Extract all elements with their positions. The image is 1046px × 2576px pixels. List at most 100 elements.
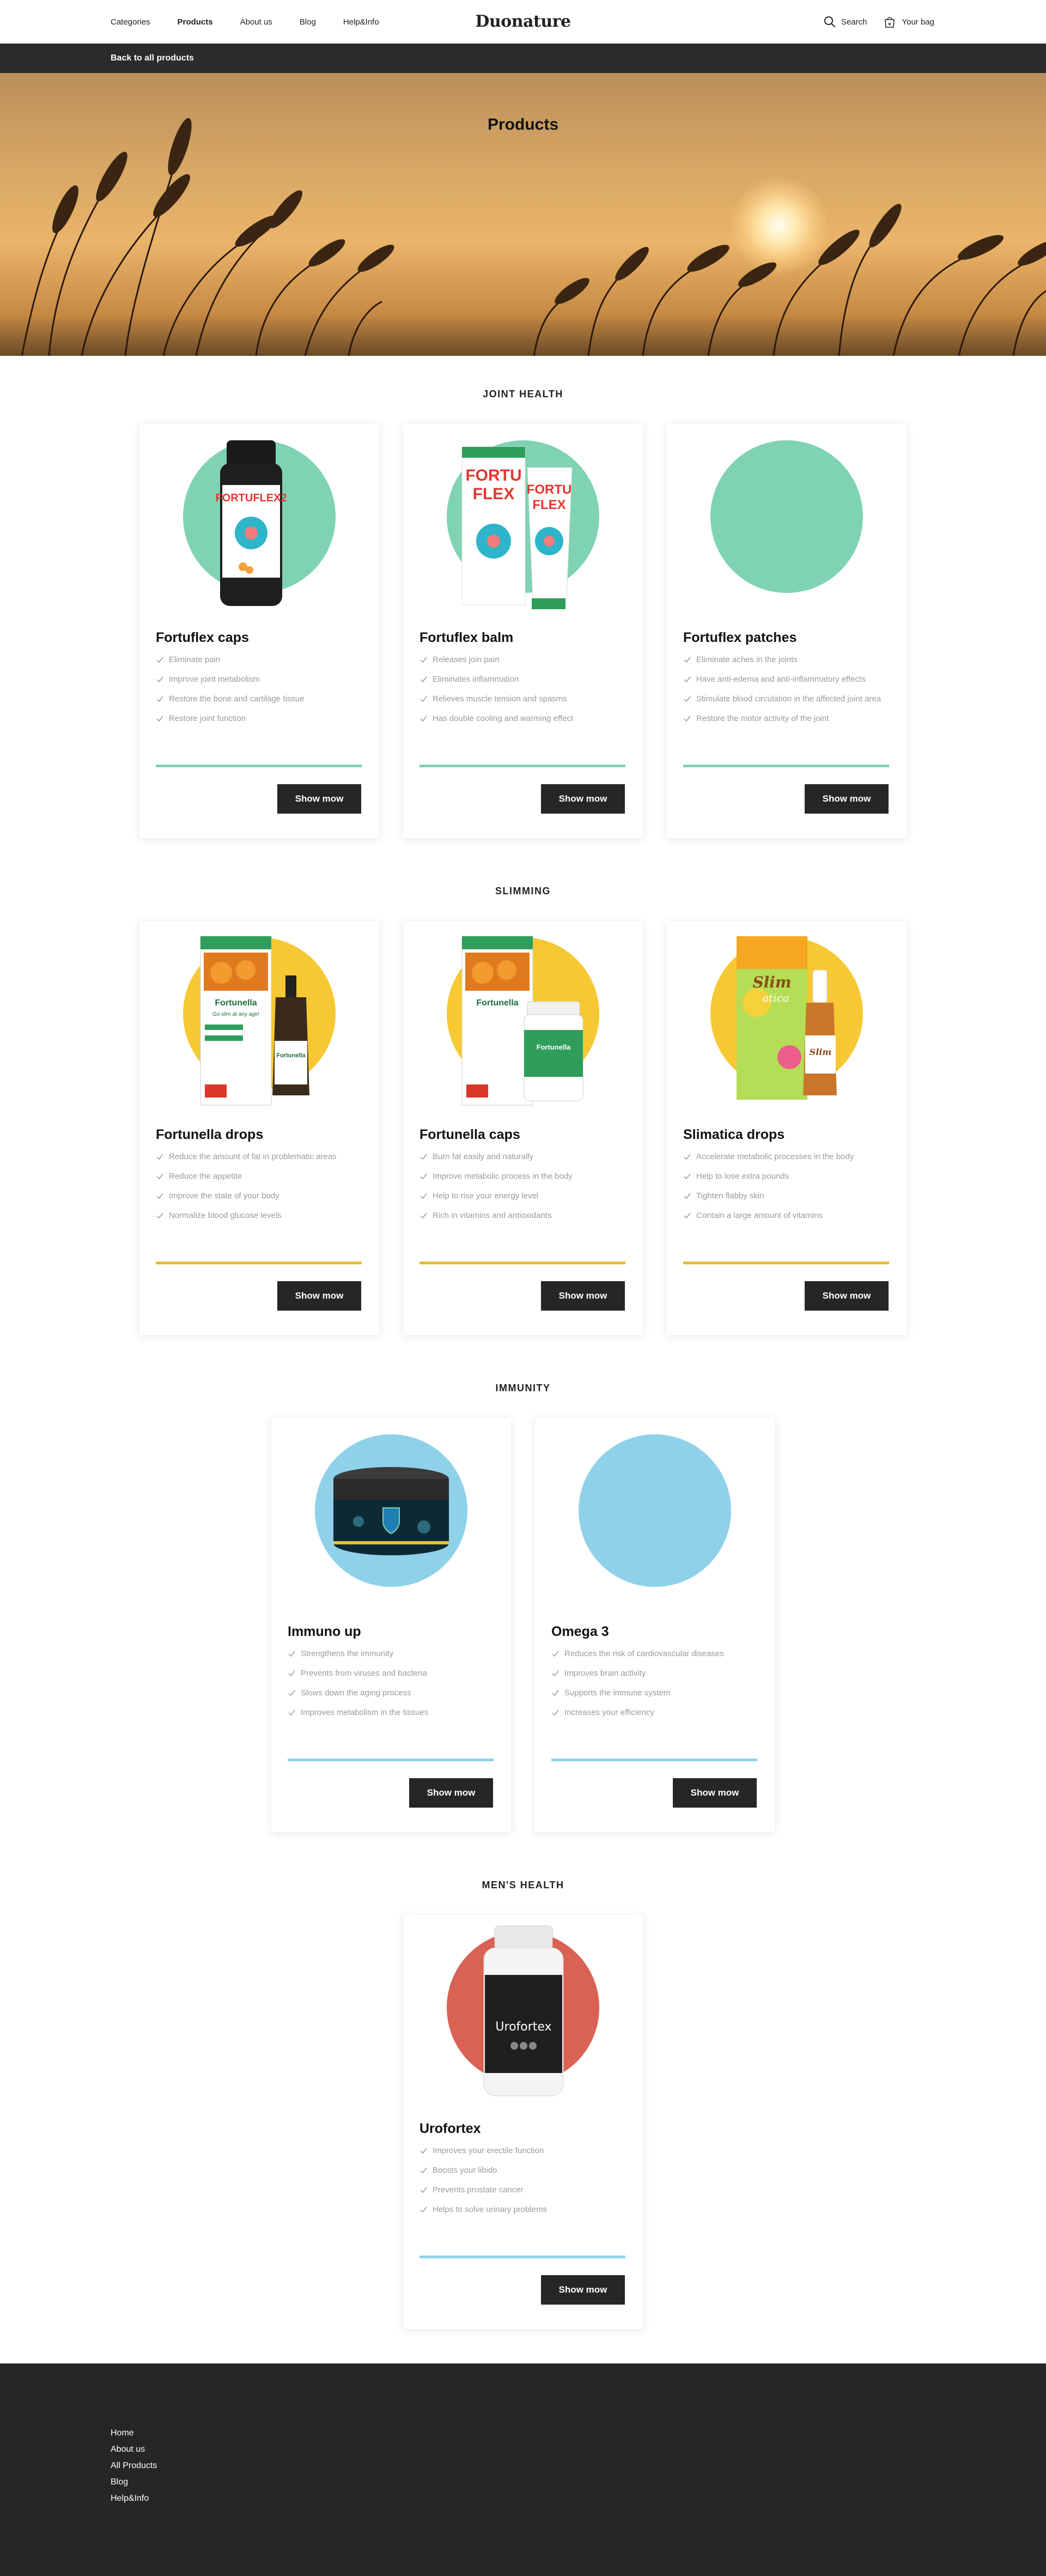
check-icon (420, 1173, 427, 1180)
product-title: Fortunella drops (156, 1127, 264, 1142)
show-now-button[interactable]: Show mow (541, 2275, 625, 2305)
feature-text: Relieves muscle tension and spasms (433, 694, 567, 704)
feature-text: Improves your erectile function (433, 2146, 544, 2155)
check-icon (156, 1213, 163, 1219)
bag-label: Your bag (902, 17, 934, 27)
feature-item: Boosts your libido (419, 2165, 629, 2176)
slimatica-drops-image: Slim atica Slim (737, 936, 837, 1100)
feature-item: Relieves muscle tension and spasms (419, 693, 629, 705)
balm-tube-label-1: FORTU (527, 482, 572, 497)
fortuflex-caps-label: FORTUFLEX2 (215, 492, 287, 504)
back-bar: Back to all products (0, 44, 1046, 73)
feature-item: Eliminate pain (156, 654, 366, 665)
feature-item: Strengthens the immunity (288, 1648, 497, 1659)
mens-health-grid: Urofortex Urofortex Improves your erecti… (403, 1915, 643, 2329)
check-icon (420, 657, 427, 663)
card-divider (419, 2256, 625, 2258)
check-icon (420, 2207, 427, 2213)
bag-button[interactable]: Your bag (883, 15, 934, 28)
fortunella-box-tagline: Go slim at any age! (212, 1011, 259, 1017)
feature-text: Supports the immune system (564, 1688, 671, 1698)
feature-text: Have anti-edema and anti-inflammatory ef… (696, 675, 866, 684)
check-icon (684, 1173, 691, 1180)
feature-item: Helps to solve urinary problems (419, 2204, 629, 2215)
show-now-button[interactable]: Show mow (409, 1778, 493, 1808)
feature-text: Prevents prostate cancer (433, 2185, 524, 2195)
footer-link-blog[interactable]: Blog (111, 2474, 157, 2490)
feature-text: Restore joint function (169, 714, 246, 723)
check-icon (288, 1710, 295, 1716)
feature-item: Help to rise your energy level (419, 1190, 629, 1202)
product-title: Fortuflex patches (683, 630, 797, 645)
check-icon (684, 1213, 691, 1219)
feature-list: Reduce the amount of fat in problematic … (156, 1151, 366, 1229)
card-divider (419, 765, 625, 767)
check-icon (156, 1193, 163, 1199)
feature-item: Tighten flabby skin (683, 1190, 893, 1202)
check-icon (552, 1651, 559, 1657)
show-now-button[interactable]: Show mow (805, 784, 889, 814)
joint-health-grid: FORTUFLEX2 Fortuflex caps Eliminate pain… (139, 424, 907, 838)
feature-item: Restore the bone and cartilage tissue (156, 693, 366, 705)
check-icon (156, 1154, 163, 1160)
check-icon (420, 1193, 427, 1199)
check-icon (420, 2187, 427, 2193)
check-icon (156, 716, 163, 722)
feature-text: Boosts your libido (433, 2166, 497, 2175)
fortunella-drops-image: Fortunella Go slim at any age! Fortunell… (200, 936, 309, 1106)
back-to-products-link[interactable]: Back to all products (111, 53, 194, 63)
feature-item: Reduces the risk of cardiovascular disea… (551, 1648, 761, 1659)
footer-link-about-us[interactable]: About us (111, 2441, 157, 2458)
product-card-fortunella-caps: Fortunella Fortunella Fortunella caps Bu… (403, 921, 643, 1335)
card-divider (156, 1262, 362, 1264)
feature-item: Improve joint metabolism (156, 674, 366, 685)
feature-item: Reduce the amount of fat in problematic … (156, 1151, 366, 1162)
footer-links: Home About us All Products Blog Help&Inf… (111, 2425, 157, 2507)
check-icon (420, 1213, 427, 1219)
check-icon (684, 1154, 691, 1160)
show-now-button[interactable]: Show mow (541, 1281, 625, 1311)
product-title: Slimatica drops (683, 1127, 785, 1142)
feature-item: Increases your efficiency (551, 1707, 761, 1718)
product-title: Fortuflex balm (419, 630, 514, 645)
show-now-button[interactable]: Show mow (673, 1778, 757, 1808)
check-icon (156, 696, 163, 702)
search-button[interactable]: Search (824, 16, 867, 28)
feature-item: Contain a large amount of vitamins (683, 1210, 893, 1221)
check-icon (420, 1154, 427, 1160)
show-now-button[interactable]: Show mow (805, 1281, 889, 1311)
product-title: Immuno up (288, 1624, 361, 1639)
show-now-button[interactable]: Show mow (541, 784, 625, 814)
check-icon (156, 1173, 163, 1180)
card-divider (156, 765, 362, 767)
slimming-grid: Fortunella Go slim at any age! Fortunell… (139, 921, 907, 1335)
card-divider (683, 1262, 889, 1264)
feature-text: Improve the state of your body (169, 1191, 279, 1201)
section-title-joint-health: JOINT HEALTH (483, 389, 563, 399)
footer-link-all-products[interactable]: All Products (111, 2458, 157, 2474)
footer-link-home[interactable]: Home (111, 2425, 157, 2441)
check-icon (420, 716, 427, 722)
check-icon (288, 1690, 295, 1696)
feature-list: Eliminate pain Improve joint metabolism … (156, 654, 366, 732)
feature-item: Reduce the appetite (156, 1171, 366, 1182)
feature-item: Improves metabolism in the tissues (288, 1707, 497, 1718)
feature-item: Has double cooling and warming effect (419, 713, 629, 724)
urofortex-bottle-label: Urofortex (495, 2020, 551, 2034)
feature-item: Supports the immune system (551, 1687, 761, 1699)
show-now-button[interactable]: Show mow (277, 784, 361, 814)
product-title: Urofortex (419, 2121, 481, 2136)
fortunella-caps-box-label: Fortunella (476, 998, 518, 1008)
feature-item: Releases join pain (419, 654, 629, 665)
show-now-button[interactable]: Show mow (277, 1281, 361, 1311)
footer-link-help-info[interactable]: Help&Info (111, 2490, 157, 2507)
balm-tube-label-2: FLEX (532, 498, 565, 512)
feature-item: Improves your erectile function (419, 2145, 629, 2156)
feature-item: Improves brain activity (551, 1668, 761, 1679)
feature-text: Releases join pain (433, 655, 500, 664)
feature-list: Accelerate metabolic processes in the bo… (683, 1151, 893, 1229)
feature-text: Eliminate pain (169, 655, 221, 664)
feature-item: Restore joint function (156, 713, 366, 724)
feature-item: Help to lose extra pounds (683, 1171, 893, 1182)
product-card-fortuflex-caps: FORTUFLEX2 Fortuflex caps Eliminate pain… (139, 424, 379, 838)
